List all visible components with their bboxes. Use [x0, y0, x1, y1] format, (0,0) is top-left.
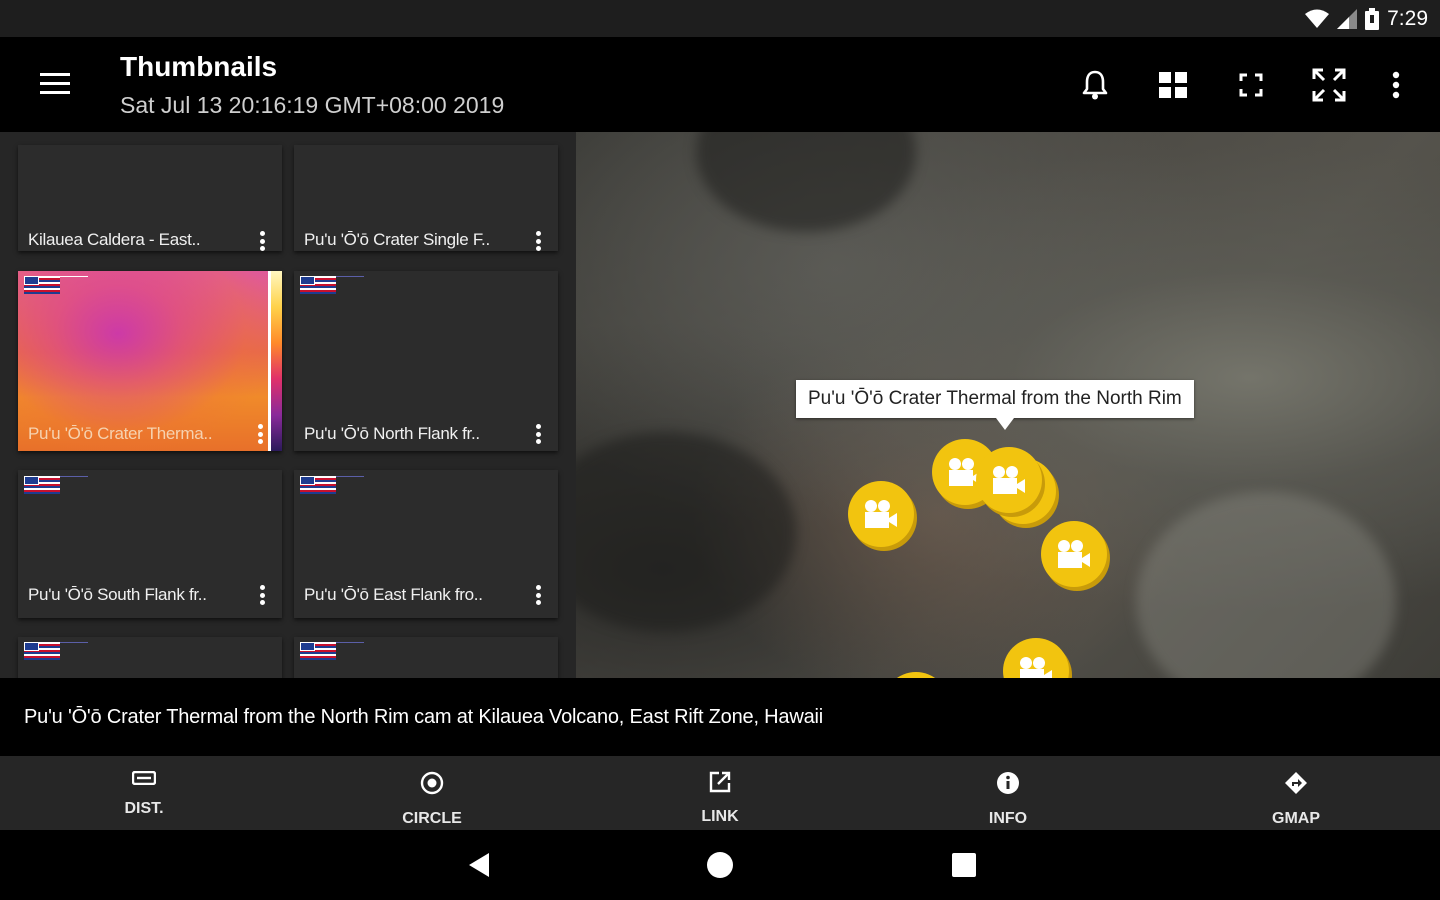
- info-button[interactable]: INFO: [864, 756, 1152, 830]
- link-button[interactable]: LINK: [576, 756, 864, 830]
- circle-button[interactable]: CIRCLE: [288, 756, 576, 830]
- recents-button[interactable]: [944, 850, 984, 880]
- thumbnail-card[interactable]: Pu'u 'Ō'ō East Flank fro..: [294, 470, 558, 618]
- expand-button[interactable]: [1290, 61, 1368, 109]
- grid-view-button[interactable]: [1134, 61, 1212, 109]
- target-icon: [420, 771, 444, 795]
- app-bar: Thumbnails Sat Jul 13 20:16:19 GMT+08:00…: [0, 37, 1440, 132]
- thumbnail-card[interactable]: Kilauea Caldera - East..: [18, 145, 282, 251]
- thumbnail-card[interactable]: [294, 637, 558, 678]
- directions-icon: [1285, 772, 1307, 794]
- thumbnail-card[interactable]: Pu'u 'Ō'ō South Flank fr..: [18, 470, 282, 618]
- cell-signal-icon: [1337, 8, 1358, 29]
- thumbnail-label: Pu'u 'Ō'ō South Flank fr..: [28, 585, 207, 604]
- dist-button[interactable]: DIST.: [0, 756, 288, 830]
- thumbnail-menu-button[interactable]: [252, 421, 268, 447]
- camera-marker[interactable]: [848, 481, 914, 547]
- map-terrain: [1136, 492, 1396, 678]
- home-circle-icon: [707, 852, 733, 878]
- link-label: LINK: [701, 808, 739, 825]
- content-area: Kilauea Caldera - East.. Pu'u 'Ō'ō Crate…: [0, 132, 1440, 678]
- grid-icon: [1159, 72, 1187, 98]
- camera-caption-bar: Pu'u 'Ō'ō Crater Thermal from the North …: [0, 678, 1440, 756]
- ruler-icon: [132, 771, 156, 785]
- thumbnail-menu-button[interactable]: [254, 228, 270, 251]
- map-marker-tooltip: Pu'u 'Ō'ō Crater Thermal from the North …: [796, 380, 1194, 430]
- notifications-button[interactable]: [1056, 61, 1134, 109]
- fullscreen-icon: [1239, 73, 1263, 97]
- camera-marker[interactable]: [1003, 638, 1069, 678]
- thermal-scale: [268, 271, 282, 451]
- camera-icon: [993, 466, 1025, 494]
- hawaii-flag-icon: [300, 473, 364, 495]
- thumbnail-label: Pu'u 'Ō'ō Crater Therma..: [28, 424, 213, 443]
- thumbnail-card[interactable]: [18, 637, 282, 678]
- map-terrain: [696, 132, 916, 232]
- camera-marker[interactable]: [1041, 521, 1107, 587]
- hawaii-flag-icon: [300, 639, 364, 661]
- camera-icon: [1020, 657, 1052, 678]
- hawaii-flag-icon: [24, 273, 88, 295]
- expand-icon: [1312, 68, 1346, 102]
- bottom-toolbar: DIST. CIRCLE LINK INFO GMAP: [0, 756, 1440, 830]
- hawaii-flag-icon: [24, 473, 88, 495]
- menu-button[interactable]: [36, 67, 76, 103]
- thumbnail-label: Kilauea Caldera - East..: [28, 230, 201, 249]
- thumbnail-card[interactable]: Pu'u 'Ō'ō North Flank fr..: [294, 271, 558, 451]
- thumbnail-menu-button[interactable]: [530, 228, 546, 251]
- overflow-menu-button[interactable]: [1368, 61, 1424, 109]
- open-link-icon: [709, 771, 731, 793]
- gmap-label: GMAP: [1272, 810, 1320, 827]
- system-navigation-bar: [0, 830, 1440, 900]
- camera-icon: [1058, 540, 1090, 568]
- thumbnail-grid: Kilauea Caldera - East.. Pu'u 'Ō'ō Crate…: [0, 132, 576, 678]
- more-vert-icon: [1392, 71, 1400, 99]
- back-triangle-icon: [469, 853, 489, 877]
- wifi-icon: [1305, 9, 1330, 28]
- dist-label: DIST.: [124, 800, 164, 817]
- recents-square-icon: [952, 853, 976, 877]
- gmap-button[interactable]: GMAP: [1152, 756, 1440, 830]
- back-button[interactable]: [459, 850, 499, 880]
- hawaii-flag-icon: [300, 273, 364, 295]
- info-icon: [997, 772, 1019, 794]
- clock: 7:29: [1387, 6, 1428, 30]
- thumbnail-label: Pu'u 'Ō'ō North Flank fr..: [304, 424, 480, 443]
- page-subtitle: Sat Jul 13 20:16:19 GMT+08:00 2019: [120, 92, 505, 118]
- thumbnail-menu-button[interactable]: [530, 582, 546, 608]
- thumbnail-card[interactable]: Pu'u 'Ō'ō Crater Single F..: [294, 145, 558, 251]
- hawaii-flag-icon: [24, 639, 88, 661]
- thumbnail-label: Pu'u 'Ō'ō Crater Single F..: [304, 230, 490, 249]
- fullscreen-button[interactable]: [1212, 61, 1290, 109]
- thumbnail-label: Pu'u 'Ō'ō East Flank fro..: [304, 585, 483, 604]
- camera-marker-selected[interactable]: [976, 447, 1042, 513]
- thumbnail-menu-button[interactable]: [530, 421, 546, 447]
- info-label: INFO: [988, 810, 1028, 827]
- camera-caption: Pu'u 'Ō'ō Crater Thermal from the North …: [24, 706, 823, 728]
- status-bar: 7:29: [0, 0, 1440, 37]
- page-title: Thumbnails: [120, 51, 278, 82]
- thumbnail-card[interactable]: Pu'u 'Ō'ō Crater Therma..: [18, 271, 282, 451]
- map-terrain: [576, 432, 796, 632]
- home-button[interactable]: [700, 850, 740, 880]
- battery-icon: [1365, 7, 1380, 30]
- camera-icon: [865, 500, 897, 528]
- thumbnail-menu-button[interactable]: [254, 582, 270, 608]
- satellite-map[interactable]: Pu'u 'Ō'ō Crater Thermal from the North …: [576, 132, 1440, 678]
- circle-label: CIRCLE: [402, 810, 462, 827]
- bell-icon: [1082, 70, 1108, 100]
